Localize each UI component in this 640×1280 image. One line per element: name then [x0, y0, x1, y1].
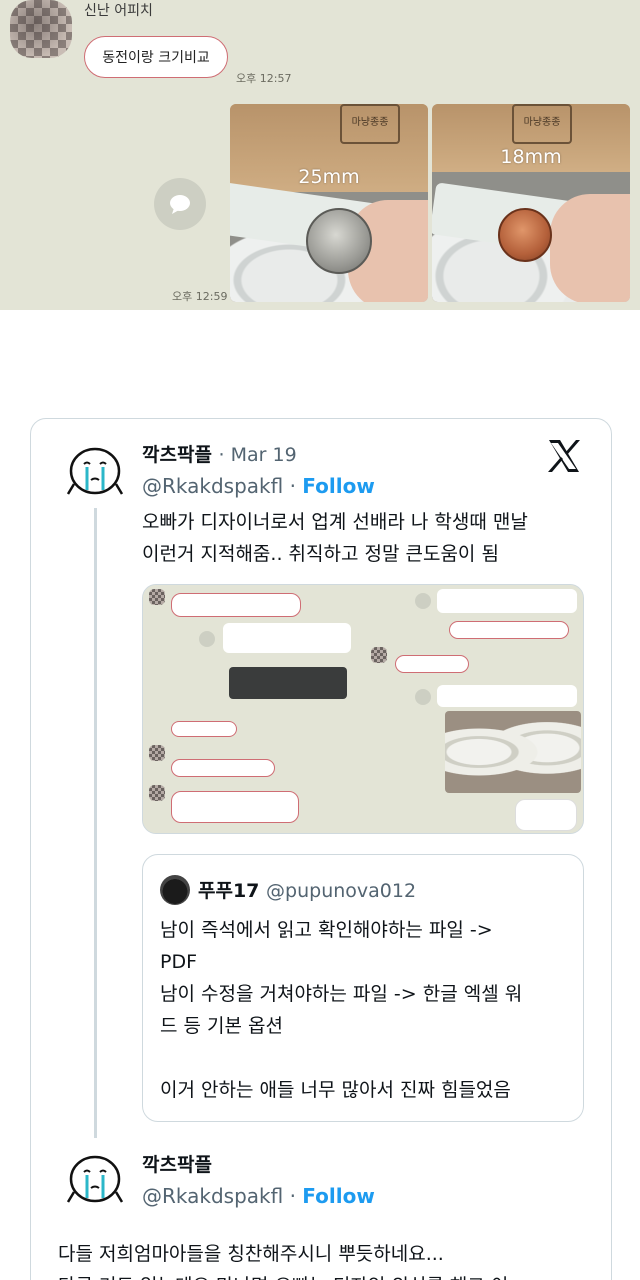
reply-text: 다들 저희엄마아들을 칭찬해주시니 뿌듯하네요... 다른 거도 있는데요 만나…: [58, 1238, 508, 1280]
share-button[interactable]: [154, 178, 206, 230]
quoted-author-row: 푸푸17 @pupunova012: [198, 876, 416, 903]
author-name[interactable]: 깍츠팍플 · Mar 19: [142, 440, 297, 467]
handle-separator: ·: [289, 1184, 296, 1208]
reply-text-line: 다들 저희엄마아들을 칭찬해주시니 뿌듯하네요...: [58, 1243, 444, 1265]
quoted-text-line: 남이 즉석에서 읽고 확인해야하는 파일 ->: [160, 919, 493, 941]
quoted-text-line: 이거 안하는 애들 너무 많아서 진짜 힘들었음: [160, 1079, 511, 1101]
quoted-author-avatar[interactable]: [160, 875, 190, 905]
coin-photo-25mm[interactable]: 마냥종종 25mm: [230, 104, 428, 302]
photo-caption: 18mm: [500, 146, 562, 168]
media-image[interactable]: [143, 711, 361, 833]
author-handle[interactable]: @Rkakdspakfl: [142, 474, 283, 498]
media-image[interactable]: [365, 585, 583, 707]
coin-photo-18mm[interactable]: 마냥종종 18mm: [432, 104, 630, 302]
mini-bubble: [171, 791, 299, 823]
photo-time: 오후 12:59: [172, 290, 228, 303]
sender-avatar[interactable]: [10, 0, 72, 58]
hand: [550, 194, 630, 302]
author-handle-row: @Rkakdspakfl · Follow: [142, 474, 375, 498]
author-avatar[interactable]: [64, 442, 126, 504]
tweet-text-line: 이런거 지적해줌.. 취직하고 정말 큰도움이 됨: [142, 543, 499, 565]
coin-500: [306, 208, 372, 274]
follow-button[interactable]: Follow: [302, 474, 375, 498]
coin-10: [498, 208, 552, 262]
mini-avatar: [371, 647, 387, 663]
reply-follow-button[interactable]: Follow: [302, 1184, 375, 1208]
quoted-text-line: 드 등 기본 옵션: [160, 1015, 283, 1037]
mini-photo: [445, 711, 581, 793]
message-bubble[interactable]: 동전이랑 크기비교: [84, 36, 228, 78]
photo-caption: 25mm: [298, 166, 360, 188]
mini-file: [223, 623, 351, 653]
sender-name: 신난 어피치: [84, 3, 153, 19]
media-image[interactable]: [143, 585, 361, 707]
mini-share: [415, 593, 431, 609]
mini-bubble: [449, 621, 569, 639]
thread-line: [94, 508, 97, 1138]
mini-avatar: [149, 785, 165, 801]
quoted-text-line: PDF: [160, 951, 198, 973]
mini-bubble: [171, 593, 301, 617]
speech-bubble-icon: [170, 195, 190, 214]
mini-file: [437, 685, 577, 707]
reply-author-handle[interactable]: @Rkakdspakfl: [142, 1184, 283, 1208]
quoted-author-name[interactable]: 푸푸17: [198, 880, 259, 902]
tweet-media-grid[interactable]: [142, 584, 584, 834]
mini-avatar: [149, 589, 165, 605]
mini-dark-box: [229, 667, 347, 699]
mini-bubble: [171, 759, 275, 777]
quoted-text: 남이 즉석에서 읽고 확인해야하는 파일 -> PDF 남이 수정을 거쳐야하는…: [160, 914, 522, 1106]
handle-separator: ·: [289, 474, 296, 498]
reply-author-name[interactable]: 깍츠팍플: [142, 1150, 212, 1177]
message-time: 오후 12:57: [236, 72, 292, 85]
quoted-text-line: 남이 수정을 거쳐야하는 파일 -> 한글 엑셀 워: [160, 983, 523, 1005]
chat-screenshot: 신난 어피치 동전이랑 크기비교 오후 12:57 오후 12:59 마냥종종 …: [0, 0, 640, 310]
tweet-text: 오빠가 디자이너로서 업계 선배라 나 학생때 맨날 이런거 지적해줌.. 취직…: [142, 506, 528, 570]
mini-bubble: [515, 799, 577, 831]
quoted-author-handle[interactable]: @pupunova012: [266, 880, 416, 902]
reply-author-avatar[interactable]: [64, 1150, 126, 1212]
box-label: 마냥종종: [340, 104, 400, 144]
message-text: 동전이랑 크기비교: [102, 50, 210, 66]
mini-bubble: [171, 721, 237, 737]
mini-share: [199, 631, 215, 647]
reply-handle-row: @Rkakdspakfl · Follow: [142, 1184, 375, 1208]
tweet-date[interactable]: · Mar 19: [219, 444, 297, 466]
tweet-text-line: 오빠가 디자이너로서 업계 선배라 나 학생때 맨날: [142, 511, 528, 533]
reply-text-line: 다른 거도 있는데요 만나면 오빠는 디자인 의식를 해그 이: [58, 1270, 508, 1280]
mini-file: [437, 589, 577, 613]
box-label: 마냥종종: [512, 104, 572, 144]
mini-avatar: [149, 745, 165, 761]
media-image[interactable]: [365, 711, 583, 833]
mini-bubble: [395, 655, 469, 673]
quoted-text-line: [160, 1042, 522, 1074]
mini-share: [415, 689, 431, 705]
x-logo-icon[interactable]: [546, 438, 582, 474]
